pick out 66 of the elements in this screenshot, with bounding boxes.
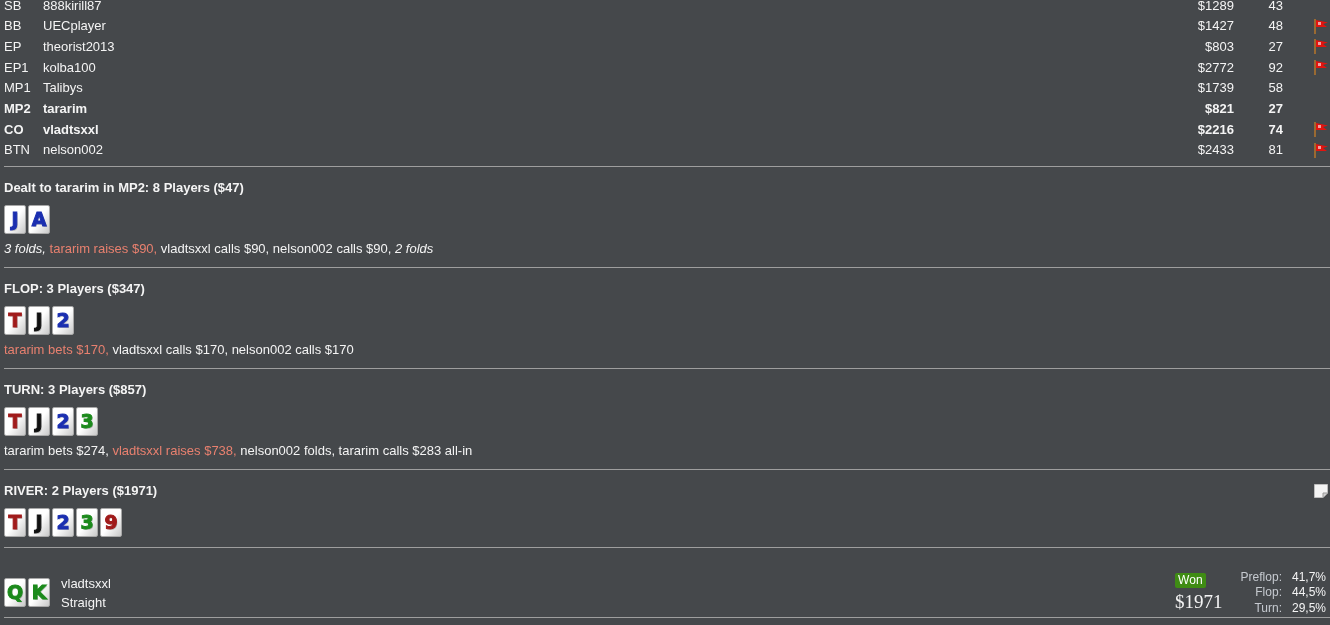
action-summary: tararim bets $274, vladtsxxl raises $738, nelson002 folds, tararim calls $283 all-in (4, 442, 473, 459)
position-label: EP (4, 37, 23, 56)
player-amount: $1289 (1197, 0, 1234, 15)
playing-card: 9 (100, 507, 122, 537)
position-label: BB (4, 17, 23, 36)
playing-card: T (4, 406, 26, 436)
player-number: 92 (1267, 58, 1283, 77)
equity-value: 41,7% (1291, 569, 1326, 585)
note-icon[interactable] (1314, 483, 1328, 498)
position-label: MP2 (4, 100, 32, 119)
result-badge: Won (1175, 573, 1206, 589)
player-name: vladtsxxl (43, 120, 99, 139)
player-number: 27 (1267, 100, 1283, 119)
equity-value: 29,5% (1291, 600, 1326, 616)
player-number: 43 (1267, 0, 1283, 15)
player-amount: $2772 (1197, 58, 1234, 77)
player-amount: $821 (1205, 100, 1234, 119)
player-name: theorist2013 (43, 37, 115, 56)
position-label: CO (4, 120, 25, 139)
equity-label: Preflop: (1240, 569, 1282, 585)
playing-card: K (28, 578, 50, 608)
playing-card: 2 (52, 305, 74, 335)
playing-card: J (28, 507, 50, 537)
player-name: tararim (43, 100, 88, 119)
playing-card: A (28, 204, 50, 234)
position-label: MP1 (4, 79, 32, 98)
street-title: FLOP: 3 Players ($347) (4, 280, 145, 297)
street-title: RIVER: 2 Players ($1971) (4, 482, 158, 499)
player-number: 27 (1267, 37, 1283, 56)
player-amount: $1427 (1197, 17, 1234, 36)
player-number: 81 (1267, 141, 1283, 160)
playing-card: T (4, 507, 26, 537)
player-amount: $803 (1205, 37, 1234, 56)
equity-label: Flop: (1254, 585, 1282, 601)
playing-card: 3 (76, 406, 98, 436)
player-amount: $2216 (1197, 120, 1234, 139)
player-number: 48 (1267, 17, 1283, 36)
playing-card: 2 (52, 507, 74, 537)
player-number: 74 (1267, 120, 1283, 139)
player-name: UECplayer (43, 17, 106, 36)
playing-card: 2 (52, 406, 74, 436)
position-label: EP1 (4, 58, 30, 77)
position-label: SB (4, 0, 23, 15)
action-summary: 3 folds, tararim raises $90, vladtsxxl calls $90, nelson002 calls $90, 2 folds (4, 240, 434, 257)
player-amount: $2433 (1197, 141, 1234, 160)
player-name: Talibys (43, 79, 83, 98)
player-amount: $1739 (1197, 79, 1234, 98)
player-number: 58 (1267, 79, 1283, 98)
street-title: TURN: 3 Players ($857) (4, 381, 147, 398)
won-amount: $1971 (1175, 592, 1223, 613)
playing-card: 3 (76, 507, 98, 537)
hand-rank: Straight (61, 593, 107, 612)
playing-card: J (4, 204, 26, 234)
playing-card: J (28, 406, 50, 436)
position-label: BTN (4, 141, 31, 160)
action-summary: tararim bets $170, vladtsxxl calls $170, nelson002 calls $170 (4, 341, 354, 358)
playing-card: Q (4, 578, 26, 608)
player-name: nelson002 (43, 141, 103, 160)
equity-value: 44,5% (1291, 585, 1326, 601)
player-name: kolba100 (43, 58, 96, 77)
equity-label: Turn: (1253, 600, 1282, 616)
playing-card: J (28, 305, 50, 335)
street-title: Dealt to tararim in MP2: 8 Players ($47) (4, 179, 244, 196)
playing-card: T (4, 305, 26, 335)
player-name: vladtsxxl (61, 574, 111, 593)
player-name: 888kirill87 (43, 0, 102, 15)
